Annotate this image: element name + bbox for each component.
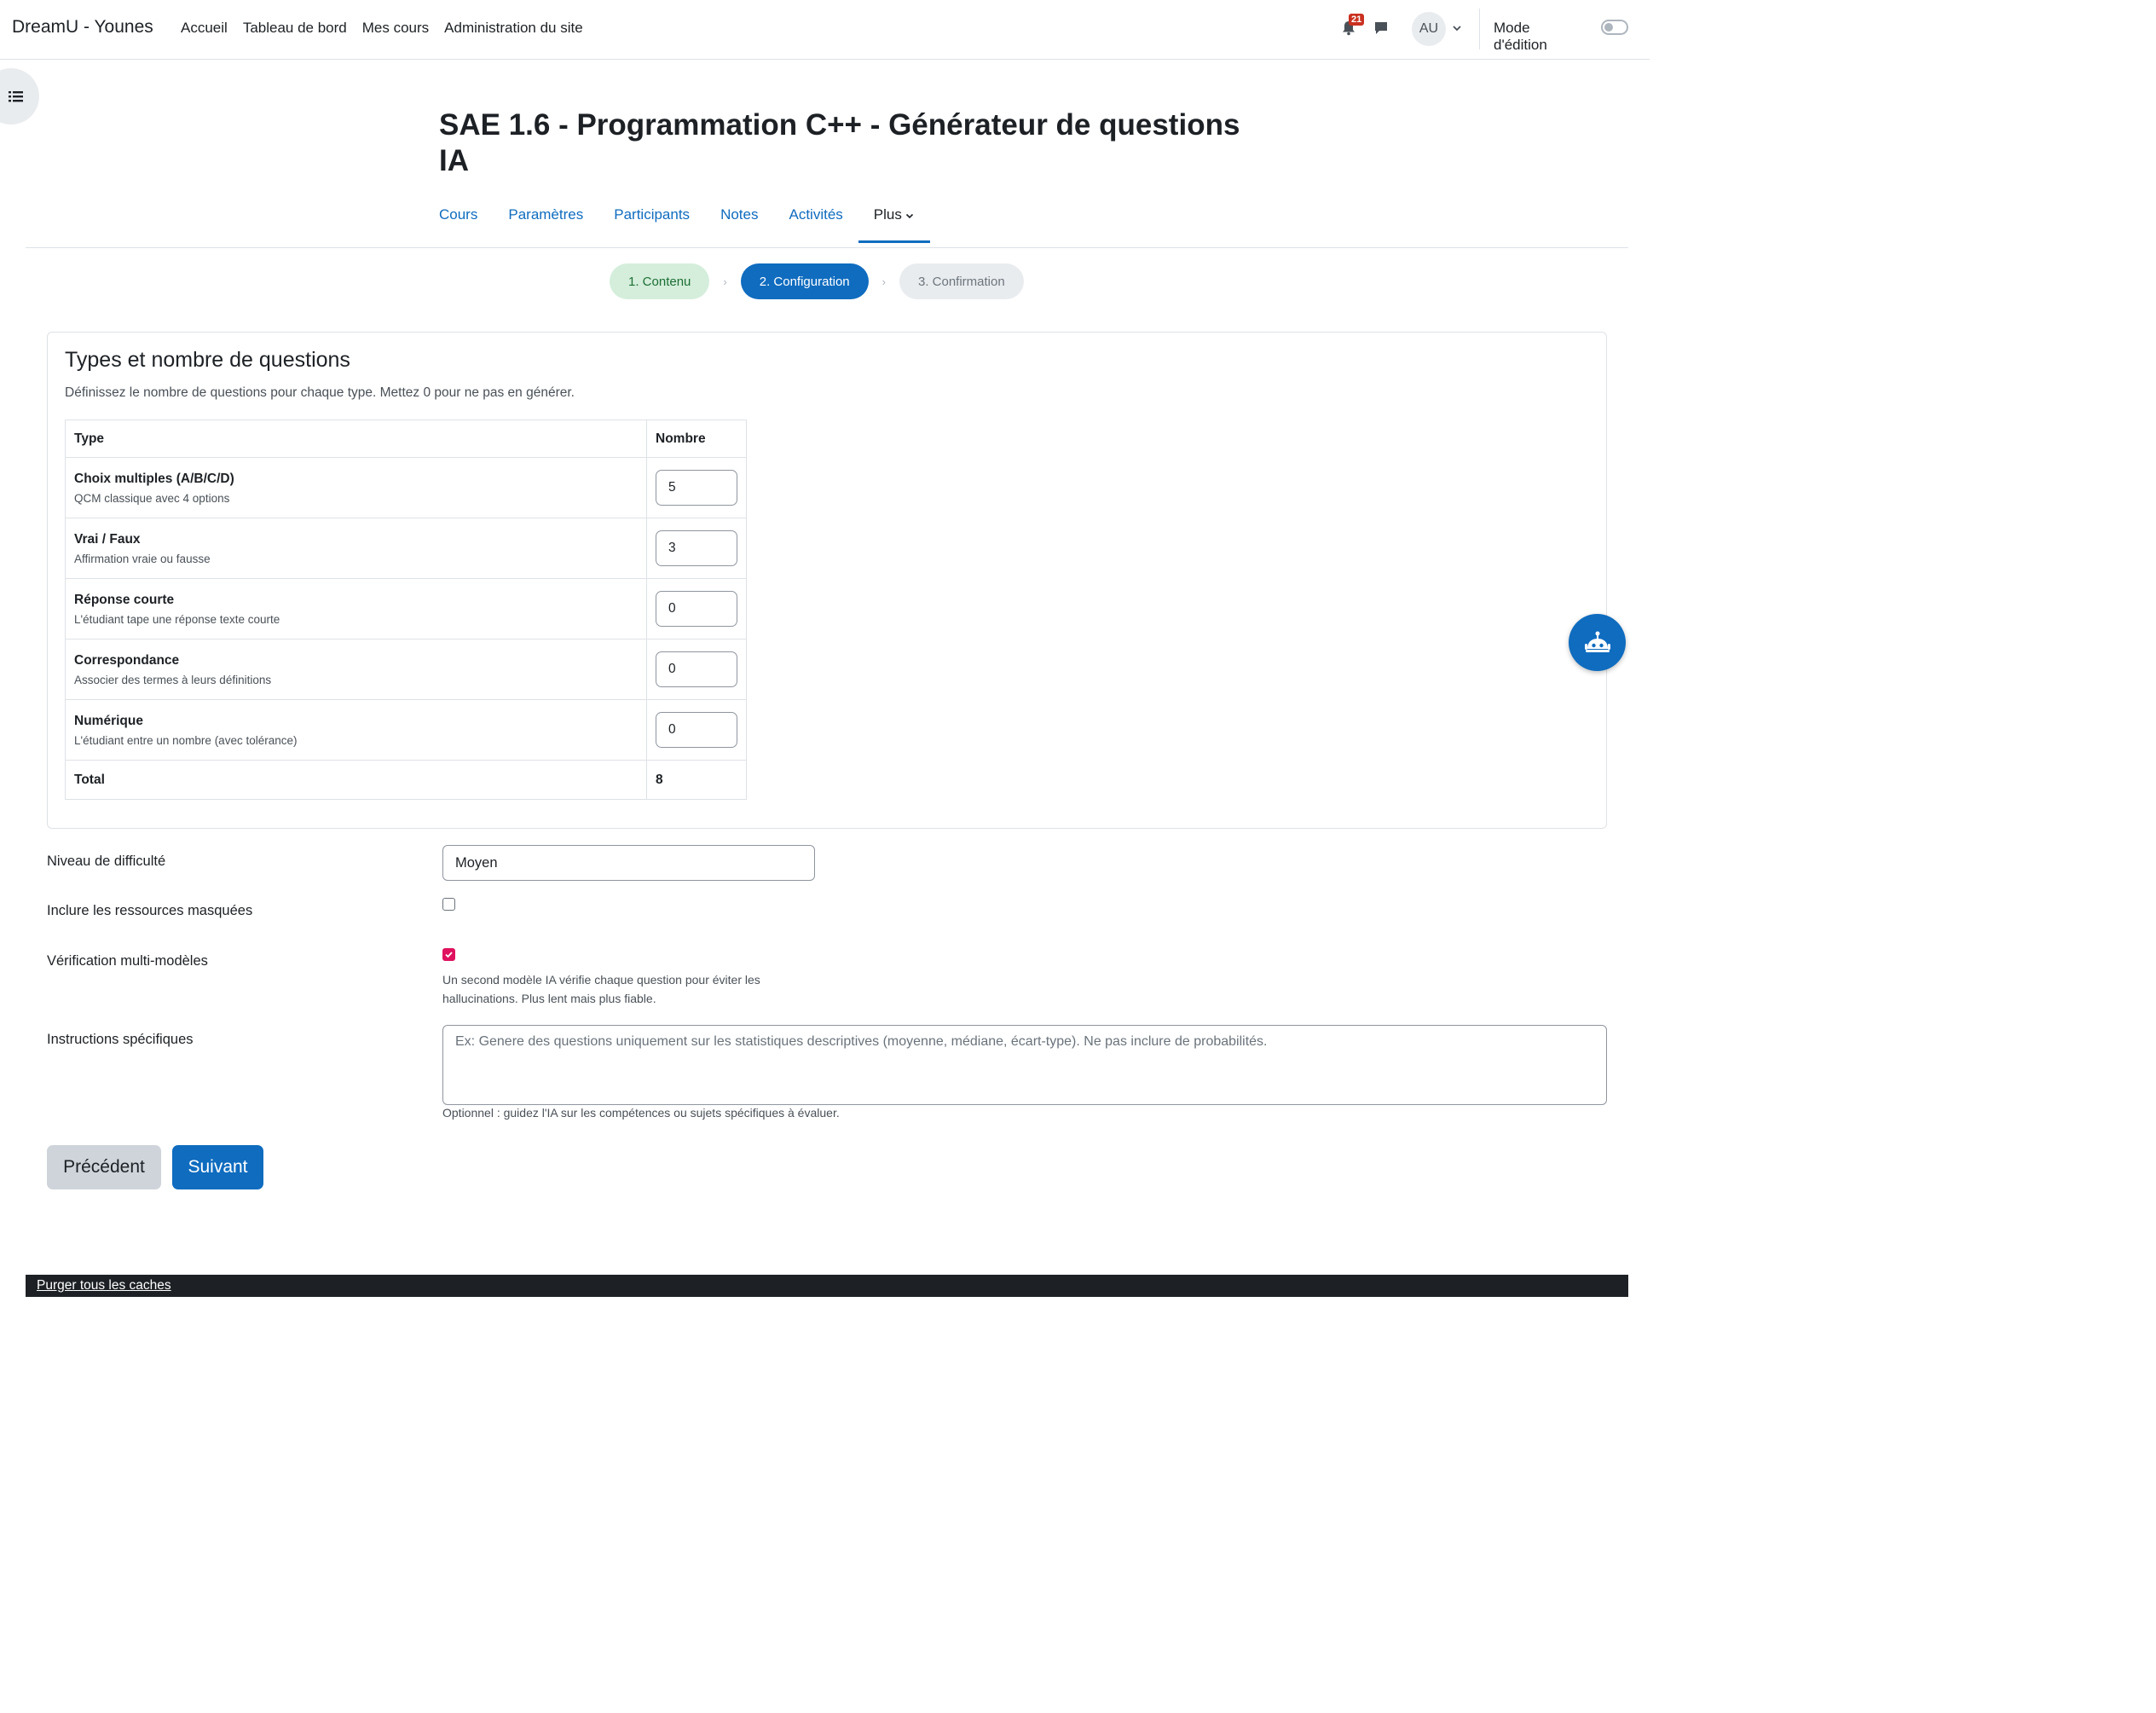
list-icon xyxy=(9,91,23,102)
messages-icon[interactable] xyxy=(1373,20,1390,37)
type-cell: Vrai / Faux Affirmation vraie ou fausse xyxy=(65,518,647,579)
chevron-right-icon: › xyxy=(723,275,727,288)
nav-link-mes-cours[interactable]: Mes cours xyxy=(362,20,429,37)
tab-notes[interactable]: Notes xyxy=(720,206,758,223)
previous-button[interactable]: Précédent xyxy=(47,1145,161,1189)
type-description: Affirmation vraie ou fausse xyxy=(74,552,211,565)
multi-model-label: Vérification multi-modèles xyxy=(47,953,208,969)
course-index-drawer-toggle[interactable] xyxy=(0,68,39,124)
type-description: Associer des termes à leurs définitions xyxy=(74,673,272,686)
tab-participants[interactable]: Participants xyxy=(614,206,690,223)
type-cell: Numérique L'étudiant entre un nombre (av… xyxy=(65,699,647,761)
site-brand[interactable]: DreamU - Younes xyxy=(12,17,153,38)
table-row: Numérique L'étudiant entre un nombre (av… xyxy=(65,699,747,761)
count-input-reponse-courte[interactable]: 0 xyxy=(656,591,737,627)
count-input-choix-multiples[interactable]: 5 xyxy=(656,470,737,506)
type-name: Numérique xyxy=(74,713,143,728)
nav-link-accueil[interactable]: Accueil xyxy=(181,20,228,37)
table-row: Vrai / Faux Affirmation vraie ou fausse … xyxy=(65,518,747,579)
step-contenu[interactable]: 1. Contenu xyxy=(610,263,710,299)
count-input-correspondance[interactable]: 0 xyxy=(656,651,737,687)
instructions-help: Optionnel : guidez l'IA sur les compéten… xyxy=(442,1106,840,1120)
page-footer: Purger tous les caches xyxy=(26,1275,1628,1297)
secondary-nav-divider xyxy=(26,247,1628,248)
difficulty-label: Niveau de difficulté xyxy=(47,854,166,869)
type-name: Correspondance xyxy=(74,652,180,668)
nav-link-tableau-de-bord[interactable]: Tableau de bord xyxy=(243,20,347,37)
number-cell: 3 xyxy=(646,518,747,579)
next-button[interactable]: Suivant xyxy=(172,1145,263,1189)
card-title: Types et nombre de questions xyxy=(65,348,350,372)
multi-model-checkbox[interactable] xyxy=(442,948,455,961)
total-row: Total 8 xyxy=(65,760,747,800)
number-cell: 0 xyxy=(646,578,747,639)
step-confirmation: 3. Confirmation xyxy=(899,263,1024,299)
wizard-steps: 1. Contenu › 2. Configuration › 3. Confi… xyxy=(610,263,1024,299)
navbar-divider xyxy=(1479,9,1480,49)
tab-plus-label: Plus xyxy=(873,206,902,223)
multi-model-help-line: hallucinations. Plus lent mais plus fiab… xyxy=(442,992,656,1005)
hidden-resources-label: Inclure les ressources masquées xyxy=(47,903,253,918)
chevron-down-icon[interactable] xyxy=(1451,22,1463,34)
count-input-numerique[interactable]: 0 xyxy=(656,712,737,748)
secondary-navigation: Cours Paramètres Participants Notes Acti… xyxy=(439,206,945,243)
type-cell: Correspondance Associer des termes à leu… xyxy=(65,639,647,700)
notifications-count-badge: 21 xyxy=(1349,14,1365,26)
chevron-right-icon: › xyxy=(881,275,886,288)
instructions-label: Instructions spécifiques xyxy=(47,1032,194,1047)
table-row: Correspondance Associer des termes à leu… xyxy=(65,639,747,700)
column-header-nombre: Nombre xyxy=(646,420,747,458)
nav-link-administration[interactable]: Administration du site xyxy=(444,20,583,37)
card-description: Définissez le nombre de questions pour c… xyxy=(65,385,575,400)
instructions-textarea[interactable]: Ex: Genere des questions uniquement sur … xyxy=(442,1025,1607,1105)
total-value: 8 xyxy=(646,760,747,800)
top-navbar: DreamU - Younes Accueil Tableau de bord … xyxy=(0,0,1650,60)
user-avatar[interactable]: AU xyxy=(1412,12,1446,46)
checkmark-icon xyxy=(445,952,453,958)
number-cell: 0 xyxy=(646,639,747,700)
hidden-resources-checkbox[interactable] xyxy=(442,898,455,911)
type-cell: Réponse courte L'étudiant tape une répon… xyxy=(65,578,647,639)
tab-plus[interactable]: Plus xyxy=(858,206,930,243)
type-description: L'étudiant entre un nombre (avec toléran… xyxy=(74,733,298,747)
question-types-table: Type Nombre Choix multiples (A/B/C/D) QC… xyxy=(65,420,747,800)
table-header-row: Type Nombre xyxy=(65,420,747,458)
type-name: Vrai / Faux xyxy=(74,531,141,547)
primary-navigation: Accueil Tableau de bord Mes cours Admini… xyxy=(181,20,583,37)
table-row: Réponse courte L'étudiant tape une répon… xyxy=(65,578,747,639)
multi-model-help-line: Un second modèle IA vérifie chaque quest… xyxy=(442,973,760,987)
type-description: L'étudiant tape une réponse texte courte xyxy=(74,612,280,626)
number-cell: 5 xyxy=(646,457,747,518)
count-input-vrai-faux[interactable]: 3 xyxy=(656,530,737,566)
difficulty-select[interactable]: Moyen xyxy=(442,845,815,881)
type-name: Réponse courte xyxy=(74,592,175,607)
multi-model-help: Un second modèle IA vérifie chaque quest… xyxy=(442,970,760,1008)
type-description: QCM classique avec 4 options xyxy=(74,491,230,505)
tab-activites[interactable]: Activités xyxy=(789,206,842,223)
edit-mode-label: Mode d'édition xyxy=(1494,20,1547,53)
step-configuration: 2. Configuration xyxy=(740,263,869,299)
table-row: Choix multiples (A/B/C/D) QCM classique … xyxy=(65,457,747,518)
tab-parametres[interactable]: Paramètres xyxy=(508,206,583,223)
page-title: SAE 1.6 - Programmation C++ - Générateur… xyxy=(439,108,1240,177)
number-cell: 0 xyxy=(646,699,747,761)
robot-icon xyxy=(1584,631,1610,652)
column-header-type: Type xyxy=(65,420,647,458)
purge-caches-link[interactable]: Purger tous les caches xyxy=(37,1278,171,1293)
tab-cours[interactable]: Cours xyxy=(439,206,477,223)
type-name: Choix multiples (A/B/C/D) xyxy=(74,471,234,486)
type-cell: Choix multiples (A/B/C/D) QCM classique … xyxy=(65,457,647,518)
question-types-card: Types et nombre de questions Définissez … xyxy=(47,332,1607,829)
ai-assistant-button[interactable] xyxy=(1569,614,1626,671)
chevron-down-icon xyxy=(905,213,913,218)
total-label: Total xyxy=(65,760,647,800)
edit-mode-toggle[interactable] xyxy=(1601,20,1628,35)
